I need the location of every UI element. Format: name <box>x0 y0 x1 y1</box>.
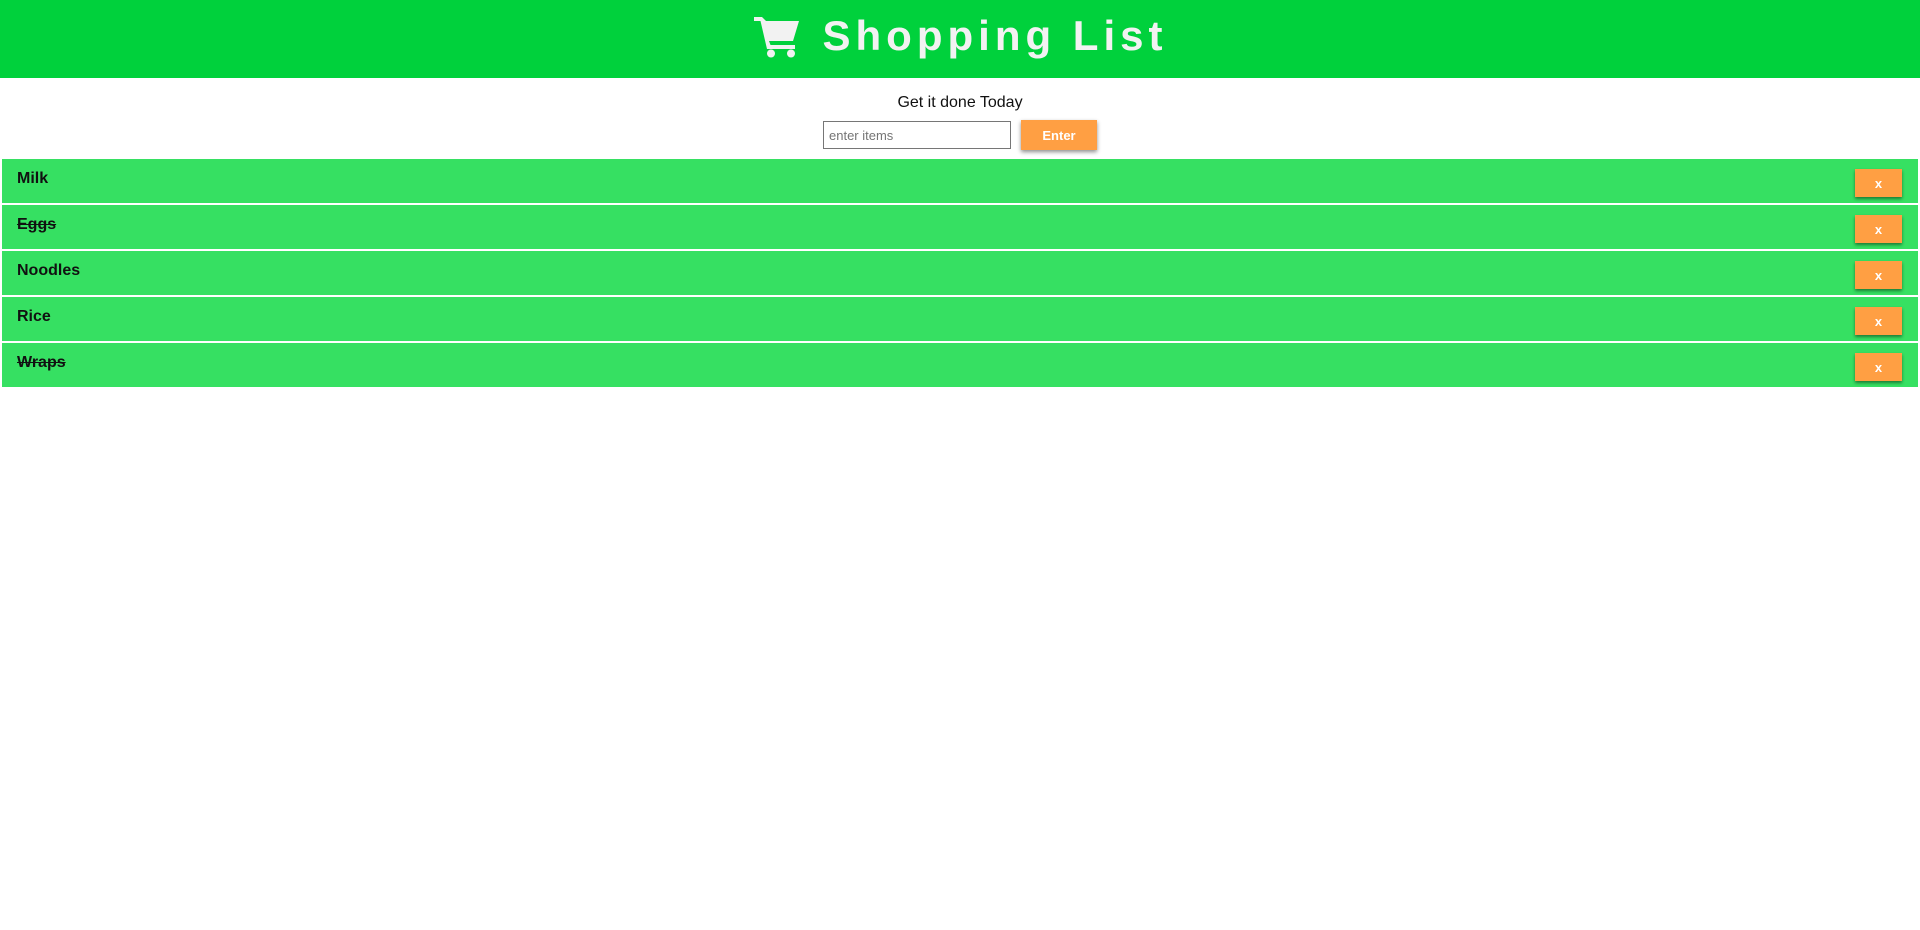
delete-button[interactable]: x <box>1855 307 1902 335</box>
delete-button[interactable]: x <box>1855 215 1902 243</box>
delete-button[interactable]: x <box>1855 353 1902 381</box>
delete-button[interactable]: x <box>1855 261 1902 289</box>
item-label: Milk <box>17 170 49 187</box>
add-item-form: Enter <box>0 120 1920 150</box>
page-title: Shopping List <box>822 12 1168 59</box>
header: Shopping List <box>0 0 1920 78</box>
shopping-cart-icon <box>753 17 799 58</box>
list-item[interactable]: Rice x <box>2 297 1918 343</box>
item-label: Wraps <box>17 354 66 371</box>
item-input[interactable] <box>823 121 1011 149</box>
list-item[interactable]: Eggs x <box>2 205 1918 251</box>
delete-button[interactable]: x <box>1855 169 1902 197</box>
item-label: Eggs <box>17 216 57 233</box>
item-label: Noodles <box>17 262 81 279</box>
shopping-list: Milk x Eggs x Noodles x Rice x Wraps x <box>2 159 1918 389</box>
header-content: Shopping List <box>753 12 1168 60</box>
list-item[interactable]: Noodles x <box>2 251 1918 297</box>
list-item[interactable]: Wraps x <box>2 343 1918 389</box>
item-label: Rice <box>17 308 51 325</box>
enter-button[interactable]: Enter <box>1021 120 1097 150</box>
list-item[interactable]: Milk x <box>2 159 1918 205</box>
subtitle: Get it done Today <box>897 94 1023 111</box>
